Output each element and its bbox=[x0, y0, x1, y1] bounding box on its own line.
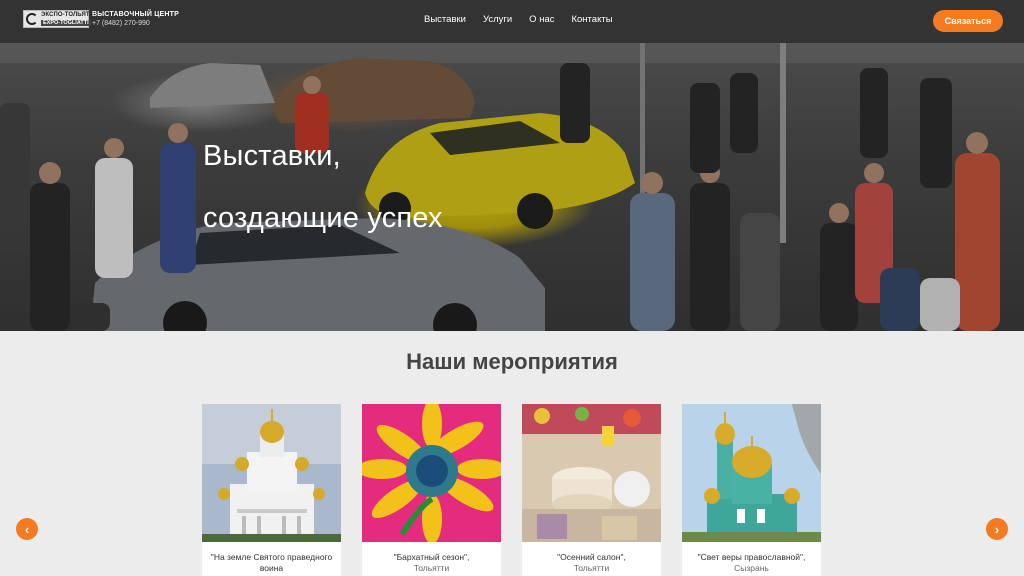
brand-phone[interactable]: +7 (8482) 270-990 bbox=[92, 20, 150, 27]
hero-heading-line2: создающие успех bbox=[203, 202, 443, 234]
nav-item-exhibitions[interactable]: Выставки bbox=[424, 14, 466, 25]
carousel-next-button[interactable]: › bbox=[986, 518, 1008, 540]
chevron-left-icon: ‹ bbox=[24, 521, 30, 537]
site-header: ЭКСПО-ТОЛЬЯТТИ EXPO-TOGLIATTI ВЫСТАВОЧНЫ… bbox=[0, 0, 1024, 43]
logo-text-ru: ЭКСПО-ТОЛЬЯТТИ bbox=[41, 12, 98, 18]
hero-banner: Выставки, создающие успех bbox=[0, 43, 1024, 331]
site-logo[interactable]: ЭКСПО-ТОЛЬЯТТИ EXPO-TOGLIATTI bbox=[23, 10, 98, 28]
hero-heading-line1: Выставки, bbox=[203, 140, 341, 172]
nav-item-contacts[interactable]: Контакты bbox=[571, 14, 612, 25]
event-image bbox=[202, 404, 341, 542]
nav-item-services[interactable]: Услуги bbox=[483, 14, 512, 25]
chevron-right-icon: › bbox=[994, 521, 1000, 537]
event-title: "Свет веры православной", bbox=[697, 552, 806, 562]
event-card[interactable]: "Осенний салон", Тольятти bbox=[522, 404, 661, 576]
contact-button[interactable]: Связаться bbox=[933, 10, 1003, 32]
main-nav: Выставки Услуги О нас Контакты bbox=[424, 14, 630, 25]
nav-item-about[interactable]: О нас bbox=[529, 14, 554, 25]
event-title: "На земле Святого праведного воина bbox=[210, 552, 333, 573]
brand-title: ВЫСТАВОЧНЫЙ ЦЕНТР bbox=[92, 11, 179, 18]
event-image bbox=[682, 404, 821, 542]
event-city: Сызрань bbox=[734, 563, 769, 573]
carousel-prev-button[interactable]: ‹ bbox=[16, 518, 38, 540]
hero-overlay bbox=[0, 43, 1024, 331]
event-card[interactable]: "На земле Святого праведного воина bbox=[202, 404, 341, 576]
event-card[interactable]: "Свет веры православной", Сызрань bbox=[682, 404, 821, 576]
logo-text-en: EXPO-TOGLIATTI bbox=[41, 20, 91, 26]
logo-mark-icon bbox=[26, 13, 38, 25]
event-title: "Бархатный сезон", bbox=[393, 552, 470, 562]
event-image bbox=[362, 404, 501, 542]
event-image bbox=[522, 404, 661, 542]
events-carousel: "На земле Святого праведного воина "Барх… bbox=[202, 404, 822, 576]
event-title: "Осенний салон", bbox=[557, 552, 626, 562]
event-city: Тольятти bbox=[573, 563, 610, 573]
events-section-title: Наши мероприятия bbox=[406, 349, 618, 374]
event-city: Тольятти bbox=[413, 563, 450, 573]
event-card[interactable]: "Бархатный сезон", Тольятти bbox=[362, 404, 501, 576]
